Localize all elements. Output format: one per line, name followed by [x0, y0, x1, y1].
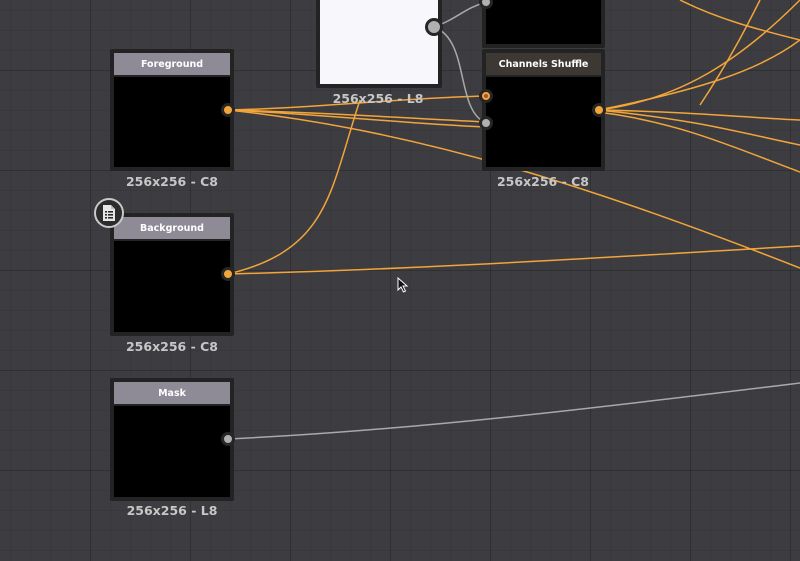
wire-right-crossing-2 — [699, 0, 761, 106]
wire-shuffle-out-3 — [597, 109, 800, 121]
wire-shuffle-out-4 — [597, 109, 800, 146]
wire-mask-to-right — [227, 382, 800, 440]
node-background[interactable]: Background — [110, 213, 234, 336]
input-port[interactable] — [479, 89, 493, 103]
node-caption: 256x256 - C8 — [125, 174, 218, 189]
output-port[interactable] — [221, 103, 235, 117]
node-thumbnail — [114, 241, 230, 332]
node-caption: 256x256 - L8 — [332, 91, 424, 106]
wire-foreground-to-shuffle-in3 — [227, 109, 487, 128]
node-channels-shuffle[interactable]: Channels Shuffle — [482, 49, 605, 171]
wire-right-crossing-1 — [679, 0, 800, 41]
node-caption: 256x256 - L8 — [126, 503, 218, 518]
node-title: Channels Shuffle — [486, 53, 601, 75]
node-title: Mask — [114, 382, 230, 404]
node-top-white[interactable] — [316, 0, 442, 88]
output-port[interactable] — [221, 432, 235, 446]
node-thumbnail — [114, 406, 230, 497]
node-title: Background — [114, 217, 230, 239]
node-thumbnail — [486, 77, 601, 167]
output-port[interactable] — [592, 103, 606, 117]
node-mask[interactable]: Mask — [110, 378, 234, 501]
node-title: Foreground — [114, 53, 230, 75]
mouse-pointer-icon — [397, 277, 409, 293]
wire-shuffle-out-1 — [597, 0, 800, 111]
wire-shuffle-out-5 — [597, 111, 800, 173]
document-list-icon-glyph — [103, 205, 115, 221]
document-list-icon[interactable] — [94, 198, 124, 228]
wire-shuffle-out-2 — [597, 39, 800, 111]
node-thumbnail — [486, 0, 601, 44]
node-thumbnail — [114, 77, 230, 167]
node-caption: 256x256 - C8 — [125, 339, 218, 354]
wire-background-to-right — [227, 245, 800, 275]
node-top-right-partial[interactable] — [482, 0, 605, 48]
output-port[interactable] — [221, 267, 235, 281]
node-foreground[interactable]: Foreground — [110, 49, 234, 171]
input-port[interactable] — [479, 116, 493, 130]
node-thumbnail — [320, 0, 438, 84]
output-port[interactable] — [425, 18, 443, 36]
node-caption: 256x256 - C8 — [496, 174, 589, 189]
